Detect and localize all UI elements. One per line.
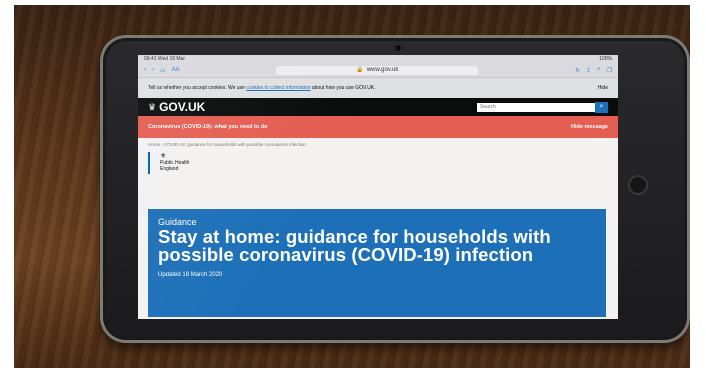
hide-cookie-button[interactable]: Hide — [598, 85, 608, 91]
logo-text: GOV.UK — [159, 100, 206, 114]
gov-header: ♛ GOV.UK ⌕ — [138, 98, 618, 116]
breadcrumb-current[interactable]: COVID-19: guidance for households with p… — [164, 142, 306, 147]
home-button[interactable] — [628, 175, 648, 195]
magnifier-icon: ⌕ — [599, 103, 604, 110]
cookie-text: Tell us whether you accept cookies. We u… — [148, 85, 376, 91]
org-line-2: England — [160, 166, 179, 172]
updated-date: Updated 18 March 2020 — [158, 272, 223, 278]
search-button[interactable]: ⌕ — [595, 101, 608, 113]
reload-icon[interactable]: ↻ — [575, 67, 580, 74]
browser-toolbar: ‹ › ▭ AA 🔒 www.gov.uk ↻ ⇪ + ❐ — [138, 63, 618, 78]
search-input[interactable] — [477, 102, 595, 112]
lock-icon: 🔒 — [356, 66, 364, 73]
page-hero: Guidance Stay at home: guidance for hous… — [148, 209, 606, 317]
crown-icon: ♛ — [148, 101, 157, 112]
plus-icon[interactable]: + — [597, 67, 601, 73]
book-icon[interactable]: ▭ — [160, 67, 166, 74]
url-domain: www.gov.uk — [366, 66, 399, 73]
reader-view-toggle[interactable]: AA — [172, 67, 180, 73]
browser-screen: 09:41 Wed 18 Mar 100% ‹ › ▭ AA 🔒 www.gov… — [138, 55, 618, 319]
ipad-device: 09:41 Wed 18 Mar 100% ‹ › ▭ AA 🔒 www.gov… — [100, 35, 690, 343]
photo-frame: 09:41 Wed 18 Mar 100% ‹ › ▭ AA 🔒 www.gov… — [14, 5, 690, 368]
page-title: Stay at home: guidance for households wi… — [158, 226, 551, 265]
organisation-logo[interactable]: ⚜ Public Health England — [148, 152, 210, 174]
cookie-banner: Tell us whether you accept cookies. We u… — [138, 78, 618, 98]
chevron-left-icon[interactable]: ‹ — [144, 67, 146, 73]
address-bar[interactable]: 🔒 www.gov.uk — [186, 65, 569, 75]
search-form: ⌕ — [477, 101, 608, 113]
status-time: 09:41 Wed 18 Mar — [144, 56, 186, 62]
covid-alert-bar: Coronavirus (COVID-19): what you need to… — [138, 116, 618, 138]
status-battery: 100% — [599, 56, 612, 62]
govuk-logo[interactable]: ♛ GOV.UK — [148, 100, 205, 114]
share-icon[interactable]: ⇪ — [586, 67, 591, 74]
cookie-link[interactable]: cookies to collect information — [246, 85, 310, 91]
chevron-right-icon[interactable]: › — [152, 67, 154, 73]
breadcrumb-home[interactable]: Home — [148, 142, 160, 147]
hide-message-button[interactable]: Hide message — [571, 124, 608, 130]
cookie-text-lead: Tell us whether you accept cookies. We u… — [148, 85, 245, 91]
status-bar: 09:41 Wed 18 Mar 100% — [138, 55, 618, 63]
tabs-icon[interactable]: ❐ — [607, 67, 612, 74]
breadcrumb-separator: › — [161, 142, 163, 147]
cookie-text-tail: about how you use GOV.UK. — [311, 85, 376, 91]
breadcrumb: Home › COVID-19: guidance for households… — [138, 138, 618, 152]
front-camera — [395, 45, 401, 51]
covid-alert-link[interactable]: Coronavirus (COVID-19): what you need to… — [148, 124, 267, 130]
